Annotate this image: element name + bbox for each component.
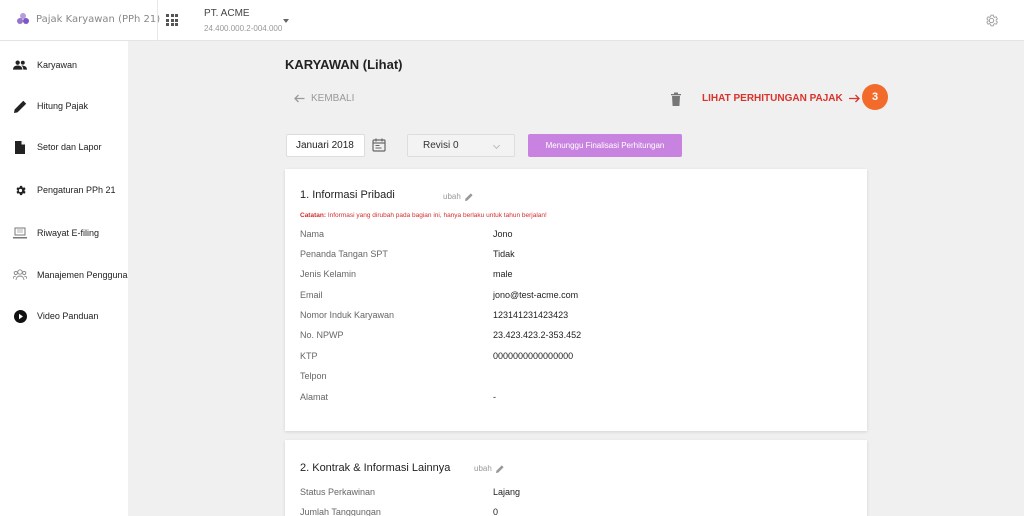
revisi-select[interactable]: Revisi 0: [407, 134, 515, 157]
field-row: Penanda Tangan SPT Tidak: [300, 249, 840, 265]
sidebar-item-label: Riwayat E-filing: [37, 228, 100, 238]
pencil-icon: [464, 192, 473, 201]
field-row: Nama Jono: [300, 229, 840, 245]
field-value: 23.423.423.2-353.452: [493, 330, 582, 340]
sidebar: Karyawan Hitung Pajak Setor dan Lapor Pe…: [0, 41, 128, 516]
pencil-icon: [13, 99, 27, 113]
field-label: Jenis Kelamin: [300, 269, 357, 279]
field-value: Lajang: [493, 487, 521, 497]
divider: [157, 0, 158, 41]
back-label: KEMBALI: [311, 93, 355, 104]
sidebar-item-manajemen-pengguna[interactable]: Manajemen Pengguna: [0, 260, 128, 290]
field-label: Penanda Tangan SPT: [300, 249, 388, 259]
document-icon: [13, 140, 27, 154]
revisi-value: Revisi 0: [423, 140, 459, 151]
trash-icon[interactable]: [670, 92, 682, 106]
sidebar-item-label: Hitung Pajak: [37, 101, 89, 111]
sidebar-item-riwayat-efiling[interactable]: Riwayat E-filing: [0, 218, 128, 248]
field-row: Alamat -: [300, 392, 840, 408]
sidebar-item-karyawan[interactable]: Karyawan: [0, 50, 128, 80]
section-title: 2. Kontrak & Informasi Lainnya: [300, 462, 451, 474]
note-text: Catatan: Informasi yang dirubah pada bag…: [300, 212, 547, 219]
field-value: -: [493, 392, 496, 402]
sidebar-item-label: Manajemen Pengguna: [37, 270, 128, 280]
field-row: Jumlah Tanggungan 0: [300, 507, 840, 516]
company-npwp: 24.400.000.2-004.000: [204, 24, 283, 33]
field-value: jono@test-acme.com: [493, 290, 579, 300]
sidebar-item-video-panduan[interactable]: Video Panduan: [0, 301, 128, 331]
field-label: Nama: [300, 229, 325, 239]
apps-grid-icon[interactable]: [166, 14, 178, 26]
lihat-label: LIHAT PERHITUNGAN PAJAK: [702, 93, 843, 104]
top-bar: Pajak Karyawan (PPh 21) PT. ACME 24.400.…: [0, 0, 1024, 41]
play-icon: [13, 309, 27, 323]
calendar-icon[interactable]: [372, 138, 386, 152]
page-title: KARYAWAN (Lihat): [285, 57, 403, 72]
laptop-icon: [13, 226, 27, 240]
sidebar-item-label: Karyawan: [37, 60, 78, 70]
users-icon: [13, 268, 27, 282]
field-row: Email jono@test-acme.com: [300, 290, 840, 306]
sidebar-item-label: Pengaturan PPh 21: [37, 185, 116, 195]
sidebar-item-label: Video Panduan: [37, 311, 99, 321]
informasi-pribadi-card: 1. Informasi Pribadi ubah Catatan: Infor…: [285, 169, 867, 431]
logo-icon: [17, 13, 29, 24]
sidebar-item-hitung-pajak[interactable]: Hitung Pajak: [0, 91, 128, 121]
field-label: Email: [300, 290, 323, 300]
edit-label: ubah: [443, 192, 461, 201]
app-logo[interactable]: Pajak Karyawan (PPh 21): [16, 12, 160, 26]
field-value: 0: [493, 507, 499, 516]
step-badge: 3: [862, 84, 888, 110]
field-row: KTP 0000000000000000: [300, 351, 840, 367]
edit-button[interactable]: ubah: [443, 192, 473, 201]
edit-button[interactable]: ubah: [474, 464, 504, 473]
arrow-left-icon: [294, 94, 305, 103]
pencil-icon: [495, 464, 504, 473]
field-label: Jumlah Tanggungan: [300, 507, 381, 516]
chevron-down-icon: [492, 141, 501, 150]
field-row: Nomor Induk Karyawan 123141231423423: [300, 310, 840, 326]
section-title: 1. Informasi Pribadi: [300, 189, 395, 201]
field-row: Telpon: [300, 371, 840, 387]
status-button[interactable]: Menunggu Finalisasi Perhitungan: [528, 134, 682, 157]
lihat-perhitungan-pajak-button[interactable]: LIHAT PERHITUNGAN PAJAK: [702, 93, 860, 104]
edit-label: ubah: [474, 464, 492, 473]
note-body: Informasi yang dirubah pada bagian ini, …: [326, 212, 547, 219]
people-icon: [13, 58, 27, 72]
field-value: Tidak: [493, 249, 515, 259]
sidebar-item-setor-lapor[interactable]: Setor dan Lapor: [0, 132, 128, 162]
app-title: Pajak Karyawan (PPh 21): [36, 13, 161, 25]
field-value: Jono: [493, 229, 513, 239]
field-row: No. NPWP 23.423.423.2-353.452: [300, 330, 840, 346]
company-name: PT. ACME: [204, 8, 250, 19]
caret-down-icon: [283, 19, 289, 23]
field-label: Nomor Induk Karyawan: [300, 310, 395, 320]
field-label: Alamat: [300, 392, 329, 402]
field-label: Status Perkawinan: [300, 487, 376, 497]
period-field[interactable]: Januari 2018: [286, 134, 365, 157]
field-value: 123141231423423: [493, 310, 569, 320]
arrow-right-icon: [848, 94, 860, 103]
kontrak-informasi-card: 2. Kontrak & Informasi Lainnya ubah Stat…: [285, 440, 867, 516]
sidebar-item-label: Setor dan Lapor: [37, 142, 102, 152]
note-prefix: Catatan:: [300, 212, 327, 219]
field-label: No. NPWP: [300, 330, 344, 340]
field-row: Jenis Kelamin male: [300, 269, 840, 285]
field-label: Telpon: [300, 371, 327, 381]
settings-icon[interactable]: [984, 13, 999, 28]
field-label: KTP: [300, 351, 318, 361]
gear-icon: [13, 183, 27, 197]
field-value: 0000000000000000: [493, 351, 574, 361]
field-value: male: [493, 269, 513, 279]
field-row: Status Perkawinan Lajang: [300, 487, 840, 503]
sidebar-item-pengaturan[interactable]: Pengaturan PPh 21: [0, 175, 128, 205]
back-button[interactable]: KEMBALI: [294, 93, 354, 104]
